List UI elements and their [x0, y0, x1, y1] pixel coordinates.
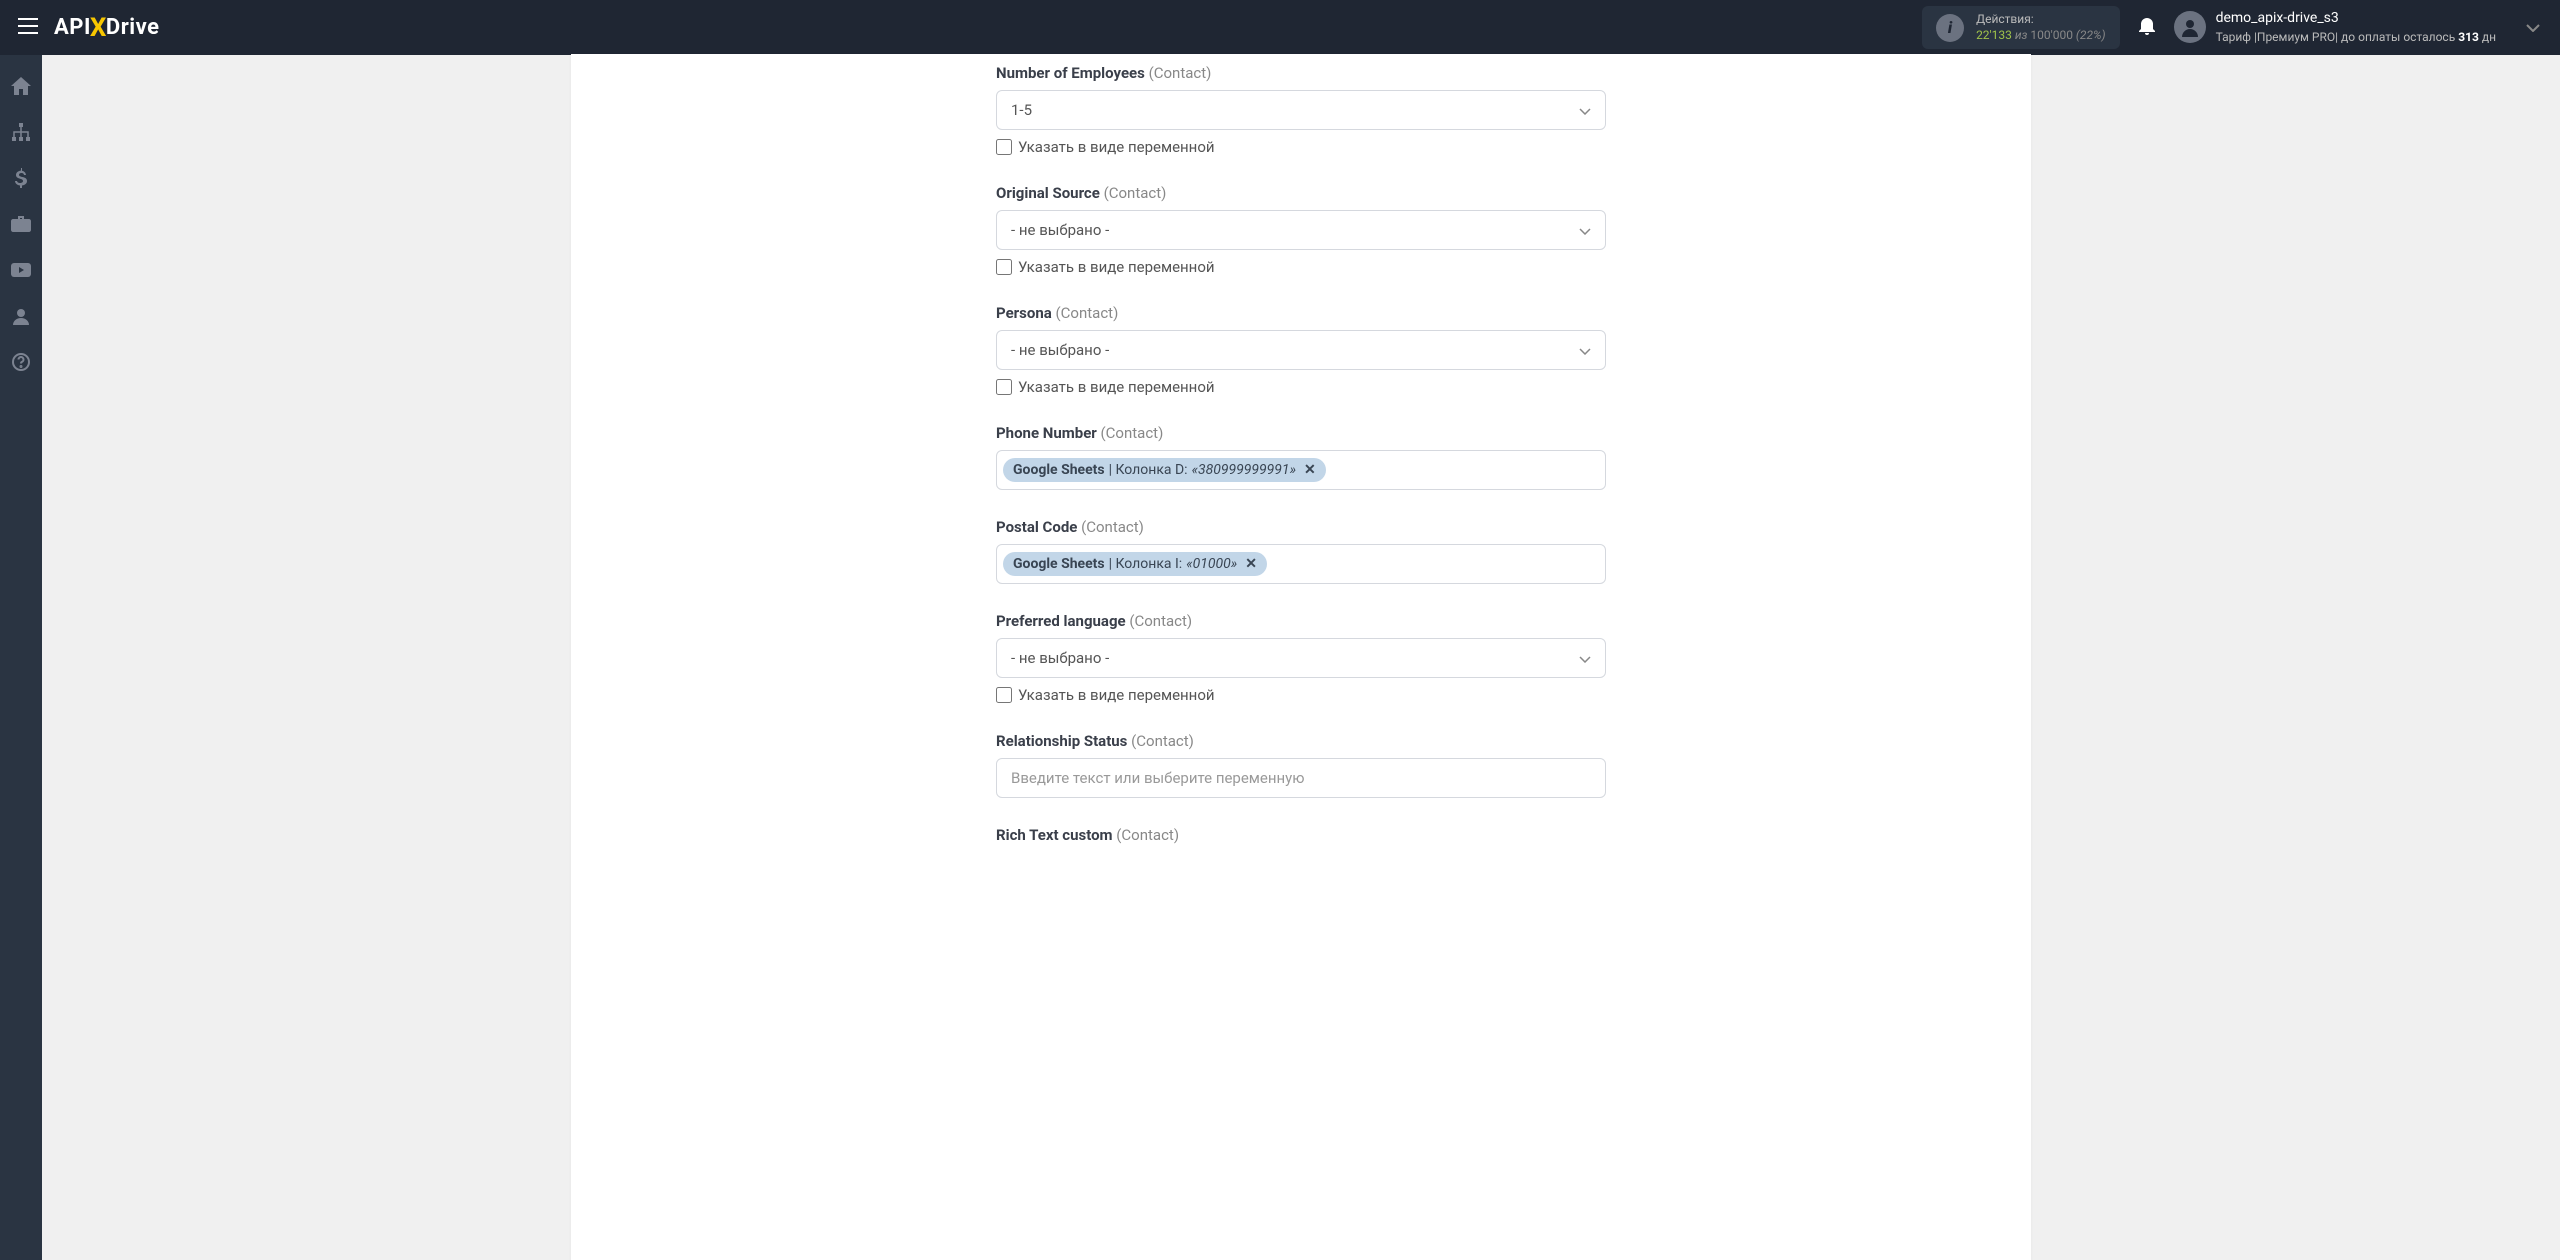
sidebar-profile[interactable]	[0, 295, 42, 337]
actions-label: Действия:	[1976, 12, 2106, 28]
input-phone[interactable]: Google Sheets | Колонка D: «380999999991…	[996, 450, 1606, 490]
select-value: - не выбрано -	[1011, 341, 1109, 359]
sidebar-connections[interactable]	[0, 111, 42, 153]
field-label: Original Source	[996, 184, 1100, 202]
text-input[interactable]	[1003, 763, 1599, 793]
field-context: (Contact)	[1081, 518, 1144, 536]
field-persona: Persona (Contact) - не выбрано - Указать…	[996, 304, 1606, 396]
user-menu[interactable]: demo_apix-drive_s3 Тариф |Премиум PRO| д…	[2174, 9, 2496, 45]
variable-chip[interactable]: Google Sheets | Колонка I: «01000» ✕	[1003, 552, 1267, 576]
sidebar-home[interactable]	[0, 65, 42, 107]
field-label: Preferred language	[996, 612, 1126, 630]
checkbox-as-variable[interactable]: Указать в виде переменной	[996, 686, 1606, 704]
checkbox-as-variable[interactable]: Указать в виде переменной	[996, 378, 1606, 396]
notifications-icon[interactable]	[2138, 15, 2156, 40]
checkbox-input[interactable]	[996, 139, 1012, 155]
select-value: 1-5	[1011, 101, 1032, 119]
field-context: (Contact)	[1104, 184, 1167, 202]
chevron-down-icon	[1579, 221, 1591, 239]
app-header: API X Drive i Действия: 22'133 из 100'00…	[0, 0, 2560, 55]
select-language[interactable]: - не выбрано -	[996, 638, 1606, 678]
field-employees: Number of Employees (Contact) 1-5 Указат…	[996, 64, 1606, 156]
checkbox-input[interactable]	[996, 687, 1012, 703]
field-context: (Contact)	[1116, 826, 1179, 844]
checkbox-as-variable[interactable]: Указать в виде переменной	[996, 258, 1606, 276]
avatar-icon	[2174, 11, 2206, 43]
info-icon: i	[1936, 14, 1964, 42]
logo-text-post: Drive	[106, 15, 160, 40]
checkbox-input[interactable]	[996, 379, 1012, 395]
select-original-source[interactable]: - не выбрано -	[996, 210, 1606, 250]
input-postal[interactable]: Google Sheets | Колонка I: «01000» ✕	[996, 544, 1606, 584]
checkbox-as-variable[interactable]: Указать в виде переменной	[996, 138, 1606, 156]
logo-text-pre: API	[54, 15, 91, 40]
chevron-down-icon	[1579, 101, 1591, 119]
chip-remove-icon[interactable]: ✕	[1304, 462, 1316, 478]
field-relationship: Relationship Status (Contact)	[996, 732, 1606, 798]
logo[interactable]: API X Drive	[54, 13, 159, 43]
field-label: Postal Code	[996, 518, 1077, 536]
field-original-source: Original Source (Contact) - не выбрано -…	[996, 184, 1606, 276]
checkbox-input[interactable]	[996, 259, 1012, 275]
chevron-down-icon	[1579, 649, 1591, 667]
sidebar	[0, 55, 42, 1260]
field-label: Rich Text custom	[996, 826, 1113, 844]
actions-count: 22'133 из 100'000 (22%)	[1976, 28, 2106, 44]
field-context: (Contact)	[1056, 304, 1119, 322]
field-label: Persona	[996, 304, 1052, 322]
actions-counter[interactable]: i Действия: 22'133 из 100'000 (22%)	[1922, 6, 2120, 49]
sidebar-briefcase[interactable]	[0, 203, 42, 245]
sidebar-help[interactable]	[0, 341, 42, 383]
sidebar-youtube[interactable]	[0, 249, 42, 291]
select-value: - не выбрано -	[1011, 221, 1109, 239]
field-context: (Contact)	[1149, 64, 1212, 82]
logo-x: X	[90, 13, 107, 43]
field-context: (Contact)	[1129, 612, 1192, 630]
field-label: Number of Employees	[996, 64, 1145, 82]
field-rich-text: Rich Text custom (Contact)	[996, 826, 1606, 844]
variable-chip[interactable]: Google Sheets | Колонка D: «380999999991…	[1003, 458, 1326, 482]
form-card: Number of Employees (Contact) 1-5 Указат…	[571, 54, 2031, 1260]
field-context: (Contact)	[1101, 424, 1164, 442]
tariff-info: Тариф |Премиум PRO| до оплаты осталось 3…	[2216, 29, 2496, 46]
select-persona[interactable]: - не выбрано -	[996, 330, 1606, 370]
input-relationship[interactable]	[996, 758, 1606, 798]
field-phone: Phone Number (Contact) Google Sheets | К…	[996, 424, 1606, 490]
select-employees[interactable]: 1-5	[996, 90, 1606, 130]
chevron-down-icon	[1579, 341, 1591, 359]
field-context: (Contact)	[1131, 732, 1194, 750]
field-language: Preferred language (Contact) - не выбран…	[996, 612, 1606, 704]
field-label: Phone Number	[996, 424, 1097, 442]
user-name: demo_apix-drive_s3	[2216, 9, 2496, 29]
field-postal: Postal Code (Contact) Google Sheets | Ко…	[996, 518, 1606, 584]
chevron-down-icon[interactable]	[2526, 20, 2540, 36]
menu-toggle[interactable]	[10, 7, 46, 48]
field-label: Relationship Status	[996, 732, 1127, 750]
chip-remove-icon[interactable]: ✕	[1245, 556, 1257, 572]
sidebar-billing[interactable]	[0, 157, 42, 199]
select-value: - не выбрано -	[1011, 649, 1109, 667]
